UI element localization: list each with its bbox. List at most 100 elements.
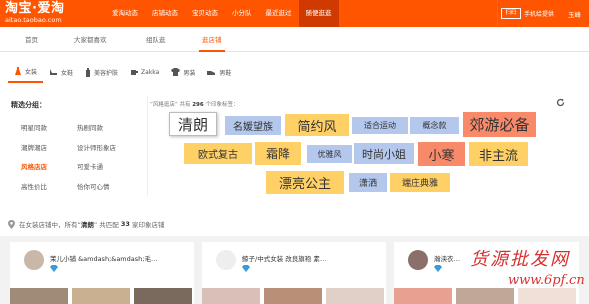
dress-icon — [15, 66, 21, 75]
shop-name[interactable]: 茉儿小铺 &amdash;&amdash;毛… — [50, 253, 190, 263]
impression-tag[interactable]: 优雅风 — [307, 145, 352, 163]
hint-suffix: 个印象标签： — [205, 102, 239, 108]
divider — [496, 0, 498, 27]
nav-item-random[interactable]: 随便逛逛 — [298, 0, 339, 27]
category-label: 女鞋 — [61, 69, 74, 77]
style-item-designer[interactable]: 设计师形象店 — [77, 142, 116, 152]
hint-prefix: “风格逛店” 共有 — [150, 102, 191, 108]
product-thumbnail[interactable] — [202, 288, 260, 304]
category-tab-womens[interactable]: 女装 — [8, 61, 44, 83]
nav-item-item-feed[interactable]: 宝贝动态 — [185, 0, 225, 27]
style-item-celebrity[interactable]: 明星同款 — [21, 122, 47, 132]
shoe-icon — [50, 69, 58, 75]
shop-thumbnails — [10, 288, 192, 304]
impression-tag[interactable]: 简约风 — [285, 114, 349, 136]
diamond-icon — [242, 265, 250, 272]
impression-tag[interactable]: 郊游必备 — [463, 112, 536, 137]
shirt-icon — [171, 68, 181, 76]
logo-url: aitao.taobao.com — [5, 16, 62, 24]
shop-avatar — [24, 250, 44, 270]
category-label: 男装 — [183, 69, 196, 77]
impression-tag[interactable]: 潇洒 — [349, 173, 387, 192]
styles-title: 精选分组： — [11, 101, 46, 109]
subnav-group-shopping[interactable]: 组队逛 — [146, 27, 166, 52]
impression-tag-selected[interactable]: 清朗 — [169, 112, 217, 136]
cup-icon — [131, 70, 139, 75]
subnav-browse-shops[interactable]: 逛店铺 — [199, 27, 225, 52]
category-tab-beauty[interactable]: 美容护肤 — [79, 61, 124, 83]
style-item-value[interactable]: 高性价比 — [21, 181, 47, 191]
product-thumbnail[interactable] — [134, 288, 192, 304]
match-status: 在女装店铺中，所有“ 清朗” 共匹配 33 家印象店铺 — [8, 219, 165, 229]
product-thumbnail[interactable] — [326, 288, 384, 304]
user-name[interactable]: 玉峰 — [568, 9, 581, 19]
category-label: Zakka — [141, 68, 160, 76]
divider — [147, 96, 148, 196]
impression-tag[interactable]: 端庄典雅 — [390, 173, 450, 192]
watermark-url: www.6pf.cn — [508, 273, 585, 288]
subnav-popular[interactable]: 大家都喜欢 — [74, 27, 107, 52]
mobile-link[interactable]: 手机给提供 — [524, 9, 554, 18]
status-keyword: 清朗 — [80, 221, 94, 229]
sub-nav: 首页 大家都喜欢 组队逛 逛店铺 — [0, 27, 589, 52]
bottle-icon — [86, 67, 91, 77]
top-bar: 淘宝·爱淘 aitao.taobao.com 爱淘动态 店铺动态 宝贝动态 小分… — [0, 0, 589, 27]
status-text: 在女装店铺中，所有“ — [19, 221, 81, 229]
hint-count: 296 — [192, 102, 204, 108]
mens-shoe-icon — [207, 70, 216, 75]
status-count: 33 — [120, 220, 130, 228]
category-tab-mens[interactable]: 男装 — [165, 61, 201, 83]
impression-tag[interactable]: 小寒 — [418, 142, 465, 166]
subnav-home[interactable]: 首页 — [25, 27, 38, 52]
product-thumbnail[interactable] — [456, 288, 514, 304]
status-text: ” 共匹配 — [93, 221, 119, 229]
impression-tag[interactable]: 欧式复古 — [184, 143, 252, 164]
impression-tag[interactable]: 霜降 — [255, 142, 301, 165]
category-label: 美容护肤 — [94, 69, 119, 77]
product-thumbnail[interactable] — [10, 288, 68, 304]
shop-name[interactable]: 鲸子/中式女装 改良旗袍 素… — [242, 253, 382, 263]
impression-tag[interactable]: 非主流 — [469, 142, 528, 166]
product-thumbnail[interactable] — [518, 288, 576, 304]
nav-item-recent[interactable]: 最近逛过 — [259, 0, 299, 27]
nav-item-squad[interactable]: 小分队 — [225, 0, 259, 27]
shop-avatar — [408, 250, 428, 270]
nav-item-aitao-feed[interactable]: 爱淘动态 — [105, 0, 145, 27]
product-thumbnail[interactable] — [72, 288, 130, 304]
refresh-icon[interactable] — [556, 98, 565, 107]
location-pin-icon — [8, 219, 15, 229]
status-text: 家印象店铺 — [132, 221, 165, 229]
diamond-icon — [434, 265, 442, 272]
category-tab-zakka[interactable]: Zakka — [124, 61, 165, 83]
main-nav: 爱淘动态 店铺动态 宝贝动态 小分队 最近逛过 随便逛逛 — [105, 0, 339, 27]
shop-card[interactable]: 鲸子/中式女装 改良旗袍 素… — [202, 242, 386, 304]
category-tab-mens-shoes[interactable]: 男鞋 — [201, 61, 237, 83]
nav-item-shop-feed[interactable]: 店铺动态 — [145, 0, 185, 27]
style-item-tv-drama[interactable]: 热剧同款 — [77, 122, 103, 132]
product-thumbnail[interactable] — [264, 288, 322, 304]
impression-tag[interactable]: 适合运动 — [352, 117, 408, 134]
category-tab-womens-shoes[interactable]: 女鞋 — [43, 61, 79, 83]
top-right: 扫码 手机给提供 玉峰 — [496, 0, 589, 27]
shop-avatar — [216, 250, 236, 270]
watermark: 货源批发网 www.6pf.cn — [470, 245, 585, 288]
style-item-trendy[interactable]: 潮牌潮店 — [21, 142, 47, 152]
style-item-mood[interactable]: 恰你可心情 — [77, 181, 110, 191]
style-item-cute[interactable]: 可爱卡通 — [77, 161, 103, 171]
impression-tag[interactable]: 时尚小姐 — [354, 143, 414, 164]
logo[interactable]: 淘宝·爱淘 aitao.taobao.com — [5, 1, 65, 25]
shop-thumbnails — [202, 288, 384, 304]
logo-title: 淘宝·爱淘 — [5, 1, 65, 16]
shop-card[interactable]: 茉儿小铺 &amdash;&amdash;毛… — [10, 242, 194, 304]
impression-tag[interactable]: 概念款 — [410, 117, 459, 134]
product-thumbnail[interactable] — [394, 288, 452, 304]
category-label: 女装 — [25, 68, 38, 76]
qr-code-icon[interactable]: 扫码 — [500, 8, 521, 19]
shop-thumbnails — [394, 288, 576, 304]
impression-tag[interactable]: 漂亮公主 — [266, 171, 344, 194]
category-tabs: 女装 女鞋 美容护肤 Zakka 男装 男鞋 — [8, 61, 237, 83]
style-item-style-shops[interactable]: 风格店店 — [21, 161, 47, 171]
diamond-icon — [50, 265, 58, 272]
impression-tag[interactable]: 名媛望族 — [225, 116, 281, 135]
category-label: 男鞋 — [219, 69, 232, 77]
